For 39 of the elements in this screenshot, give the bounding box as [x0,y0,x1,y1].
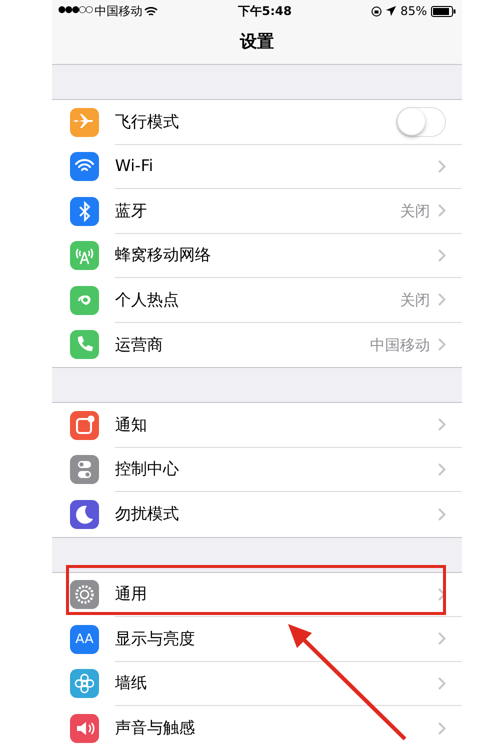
chevron-icon [438,676,446,690]
chevron-icon [438,338,446,352]
chevron-icon [438,508,446,521]
chevron-icon [438,588,446,601]
clock: 下午5:48 [238,3,292,20]
setting-label: 勿扰模式 [115,503,180,526]
page-title: 设置 [240,31,274,54]
chevron-icon [438,418,446,432]
setting-label: 运营商 [115,334,164,356]
setting-label: 声音与触感 [115,717,196,740]
battery-percentage: 85% [400,3,427,20]
setting-label: 通知 [115,414,148,436]
battery-icon [430,6,456,16]
setting-label: 飞行模式 [115,110,180,133]
chevron-icon [438,722,446,735]
carrier-name: 中国移动 [94,3,142,20]
wifi-icon [144,6,158,16]
location-arrow-icon [386,6,396,16]
setting-label: 个人热点 [115,288,180,311]
setting-label: 蜂窝移动网络 [115,244,212,266]
chevron-icon [438,204,446,218]
setting-label: 控制中心 [115,458,180,480]
setting-label: Wi-Fi [115,155,154,178]
toggle-switch[interactable] [396,106,446,137]
setting-icon: AA [70,624,99,654]
setting-label: 显示与亮度 [115,628,196,650]
setting-label: 蓝牙 [115,200,148,222]
setting-value: 中国移动 [370,334,430,356]
chevron-icon [438,160,446,173]
chevron-icon [438,293,446,306]
setting-value: 关闭 [400,290,430,310]
setting-value: 关闭 [400,200,430,222]
setting-label: 通用 [115,583,148,606]
lock-rotation-icon [371,6,382,16]
setting-label: 墙纸 [115,672,148,694]
chevron-icon [438,632,446,646]
signal-strength: ●●●○○ [58,4,92,18]
chevron-icon [438,462,446,476]
chevron-icon [438,248,446,262]
